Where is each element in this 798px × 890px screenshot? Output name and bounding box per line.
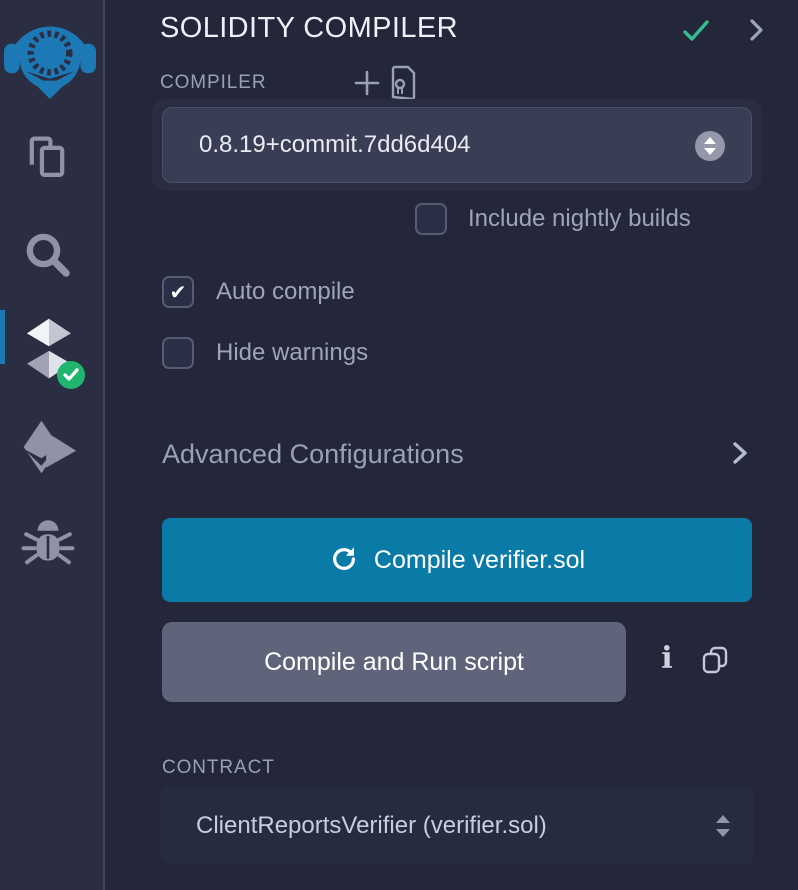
- solidity-compiler-panel: SOLIDITY COMPILER COMPILER: [107, 0, 798, 890]
- compile-and-run-button[interactable]: Compile and Run script: [162, 622, 626, 702]
- nightly-builds-row: Include nightly builds: [415, 203, 691, 235]
- copy-icon[interactable]: [699, 644, 731, 676]
- sidebar-item-debugger[interactable]: [20, 514, 76, 572]
- auto-compile-label: Auto compile: [216, 278, 355, 306]
- chevron-right-icon[interactable]: [743, 16, 769, 44]
- refresh-icon: [329, 544, 359, 577]
- compiler-version-container: 0.8.19+commit.7dd6d404: [152, 99, 762, 191]
- remix-logo-icon[interactable]: [4, 5, 96, 101]
- files-icon: [20, 174, 74, 189]
- chevron-right-icon: [728, 438, 752, 471]
- contract-select-value: ClientReportsVerifier (verifier.sol): [196, 812, 547, 840]
- bug-icon: [20, 560, 76, 575]
- nightly-builds-checkbox[interactable]: [415, 203, 447, 235]
- compile-success-badge-icon: [56, 360, 86, 390]
- select-spinner-icon: [695, 131, 725, 161]
- contract-section-label: CONTRACT: [162, 757, 275, 779]
- ethereum-play-icon: [18, 466, 78, 481]
- hide-warnings-label: Hide warnings: [216, 339, 368, 367]
- icon-sidebar: [0, 0, 105, 890]
- sidebar-item-file-explorer[interactable]: [20, 130, 74, 186]
- file-badge-icon[interactable]: [387, 64, 419, 100]
- sidebar-item-search[interactable]: [19, 226, 77, 284]
- up-down-arrows-icon: [714, 813, 732, 846]
- search-icon: [19, 272, 77, 287]
- add-compiler-plus-icon[interactable]: [352, 68, 382, 98]
- compile-status-check-icon: [681, 16, 711, 46]
- checkbox-mark: ✔: [170, 282, 187, 302]
- advanced-configurations-toggle[interactable]: Advanced Configurations: [162, 434, 752, 474]
- contract-select[interactable]: ClientReportsVerifier (verifier.sol): [160, 788, 754, 864]
- sidebar-item-solidity-compiler[interactable]: [16, 314, 82, 384]
- hide-warnings-row: Hide warnings: [162, 337, 368, 369]
- compiler-section-label: COMPILER: [160, 72, 266, 94]
- hide-warnings-checkbox[interactable]: [162, 337, 194, 369]
- compiler-version-value: 0.8.19+commit.7dd6d404: [199, 131, 471, 159]
- compiler-version-select[interactable]: 0.8.19+commit.7dd6d404: [162, 107, 752, 183]
- remix-ide: SOLIDITY COMPILER COMPILER: [0, 0, 798, 890]
- auto-compile-row: ✔ Auto compile: [162, 276, 355, 308]
- auto-compile-checkbox[interactable]: ✔: [162, 276, 194, 308]
- sidebar-item-deploy-and-run[interactable]: [18, 416, 78, 478]
- compile-button[interactable]: Compile verifier.sol: [162, 518, 752, 602]
- page-title: SOLIDITY COMPILER: [160, 12, 458, 45]
- info-icon[interactable]: i: [653, 638, 681, 680]
- nightly-builds-label: Include nightly builds: [468, 205, 691, 233]
- advanced-configurations-label: Advanced Configurations: [162, 439, 464, 470]
- compile-and-run-label: Compile and Run script: [264, 648, 524, 677]
- active-plugin-indicator: [0, 310, 5, 364]
- compile-button-label: Compile verifier.sol: [374, 546, 585, 575]
